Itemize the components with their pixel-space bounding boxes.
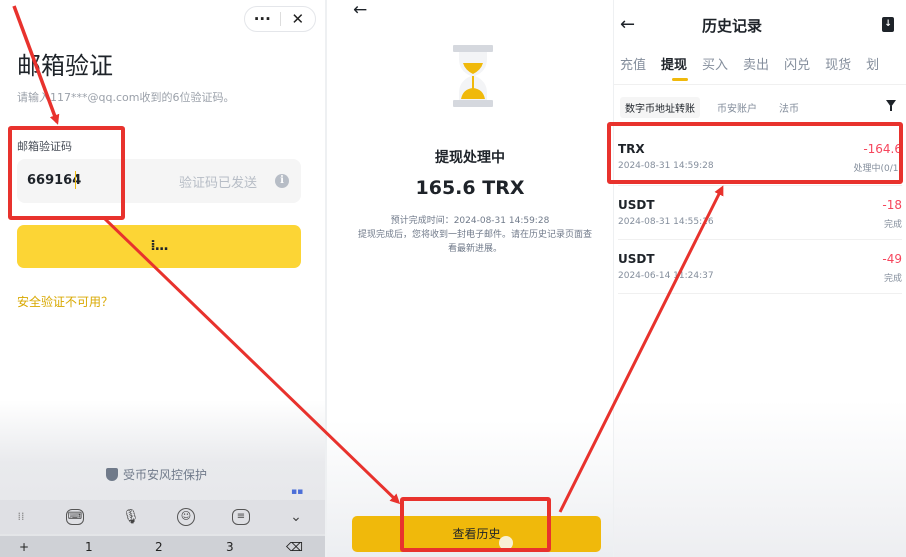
key-2[interactable]: 2 xyxy=(155,540,163,554)
page-title: 历史记录 xyxy=(701,17,762,35)
record-asset: USDT xyxy=(618,252,655,266)
history-tabs: 充值 提现 买入 卖出 闪兑 现货 划 xyxy=(620,54,879,73)
back-arrow-icon[interactable]: ← xyxy=(353,0,367,20)
tab-withdraw[interactable]: 提现 xyxy=(661,54,687,73)
active-tab-indicator xyxy=(672,78,688,81)
record-time: 2024-06-14 11:24:37 xyxy=(618,271,714,281)
history-record[interactable]: USDT 2024-08-31 14:55:16 -18 完成 xyxy=(618,198,902,254)
tab-deposit[interactable]: 充值 xyxy=(620,54,646,73)
history-panel: ← 历史记录 ↓ 充值 提现 买入 卖出 闪兑 现货 划 数字币地址转账 币安账… xyxy=(614,0,906,557)
row-divider xyxy=(618,293,902,294)
highlight-box-code-field xyxy=(8,126,125,220)
screenshot-collage: ··· ✕ 邮箱验证 请输入117***@qq.com收到的6位验证码。 邮箱验… xyxy=(0,0,906,557)
key-plus[interactable]: + xyxy=(19,540,29,554)
record-status: 完成 xyxy=(883,274,902,284)
withdraw-type-chips: 数字币地址转账 币安账户 法币 xyxy=(620,97,804,118)
chip-fiat[interactable]: 法币 xyxy=(774,97,804,118)
clipboard-icon[interactable]: ≡ xyxy=(232,509,250,525)
highlight-box-trx-record xyxy=(607,122,903,184)
protection-text: 受币安风控保护 xyxy=(123,468,208,482)
hourglass-icon xyxy=(453,45,493,107)
history-record[interactable]: USDT 2024-06-14 11:24:37 -49 完成 xyxy=(618,252,902,308)
keyboard-key-row: + 1 2 3 ⌫ xyxy=(0,536,325,557)
withdrawal-amount: 165.6 TRX xyxy=(415,177,525,199)
collapse-keyboard-icon[interactable]: ⌄ xyxy=(285,506,307,528)
row-divider xyxy=(618,239,902,240)
email-notice: 提现完成后，您将收到一封电子邮件。请在历史记录页面查看最新进展。 xyxy=(357,230,592,254)
keyboard-toolbar xyxy=(0,500,325,534)
key-1[interactable]: 1 xyxy=(85,540,93,554)
tab-spot[interactable]: 现货 xyxy=(825,54,851,73)
info-icon[interactable]: i xyxy=(275,174,289,188)
export-icon[interactable]: ↓ xyxy=(882,17,894,32)
withdrawal-status-title: 提现处理中 xyxy=(435,150,505,166)
record-amount: -49 xyxy=(882,252,902,266)
handwriting-icon[interactable]: ⁞⁞ xyxy=(10,506,32,528)
bottom-shade xyxy=(614,400,906,557)
keyboard-badge-icon: ▪▪ xyxy=(291,487,304,497)
mini-program-capsule: ··· ✕ xyxy=(244,6,316,32)
shield-icon xyxy=(106,468,118,481)
email-verification-panel: ··· ✕ 邮箱验证 请输入117***@qq.com收到的6位验证码。 邮箱验… xyxy=(0,0,325,557)
record-amount: -18 xyxy=(882,198,902,212)
microphone-icon[interactable]: 🎙 xyxy=(120,506,142,528)
backspace-key[interactable]: ⌫ xyxy=(286,540,303,554)
tab-transfer[interactable]: 划 xyxy=(866,54,879,73)
security-unavailable-link[interactable]: 安全验证不可用？ xyxy=(17,293,113,310)
tab-divider xyxy=(614,84,906,85)
risk-protection-note: 受币安风控保护 xyxy=(106,466,207,483)
more-button[interactable]: ··· xyxy=(245,10,280,28)
key-3[interactable]: 3 xyxy=(226,540,234,554)
record-status: 完成 xyxy=(883,220,902,230)
estimated-completion-time: 预计完成时间：2024-08-31 14:59:28 xyxy=(390,216,550,226)
row-divider xyxy=(618,185,902,186)
withdrawal-status-panel: ← 提现处理中 165.6 TRX 预计完成时间：2024-08-31 14:5… xyxy=(327,0,613,557)
record-time: 2024-08-31 14:55:16 xyxy=(618,217,714,227)
tab-sell[interactable]: 卖出 xyxy=(743,54,769,73)
code-sent-text: 验证码已发送 xyxy=(179,176,258,191)
highlight-box-history-button xyxy=(400,497,551,552)
record-asset: USDT xyxy=(618,198,655,212)
chip-binance-account[interactable]: 币安账户 xyxy=(712,97,762,118)
verification-hint: 请输入117***@qq.com收到的6位验证码。 xyxy=(17,91,235,104)
filter-icon[interactable] xyxy=(886,100,896,111)
tab-convert[interactable]: 闪兑 xyxy=(784,54,810,73)
close-button[interactable]: ✕ xyxy=(281,10,316,28)
tab-buy[interactable]: 买入 xyxy=(702,54,728,73)
page-title: 邮箱验证 xyxy=(17,52,113,80)
chip-crypto-address[interactable]: 数字币地址转账 xyxy=(620,97,700,118)
keyboard-icon[interactable]: ⌨ xyxy=(66,509,84,525)
emoji-icon[interactable]: ☺ xyxy=(177,508,195,526)
submit-button[interactable]: ⁞... xyxy=(17,225,301,268)
